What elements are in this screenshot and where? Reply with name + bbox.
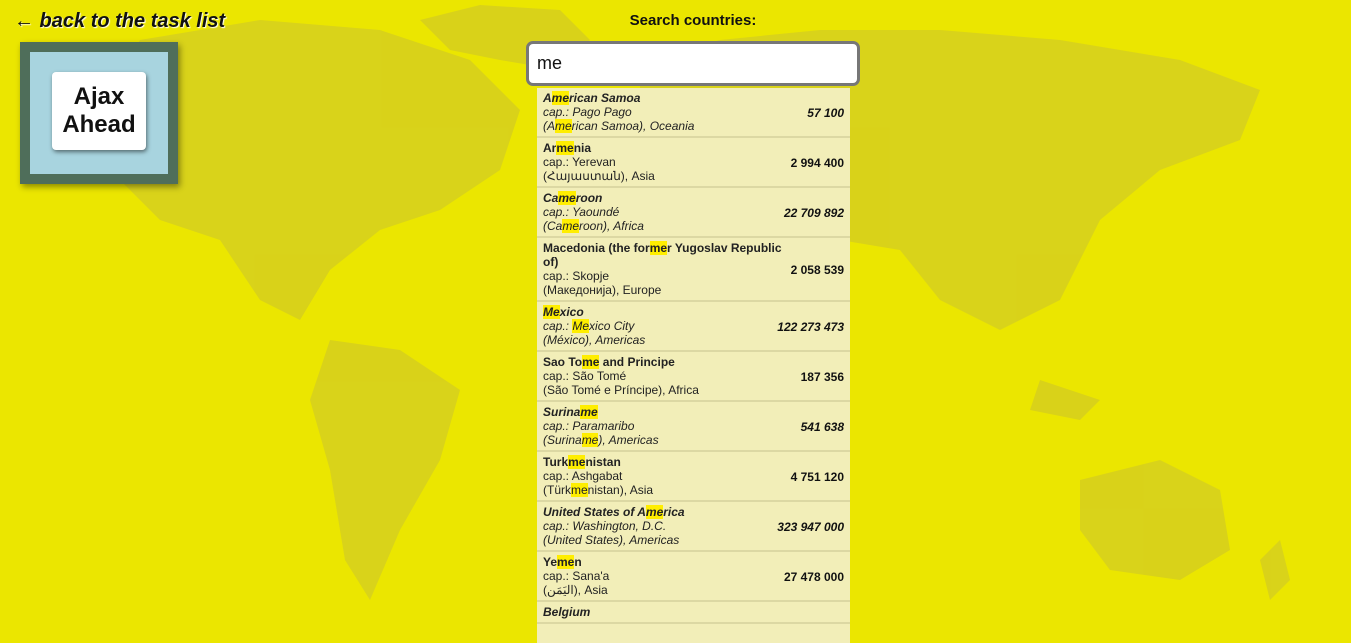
result-row[interactable]: Armenia cap.: Yerevan (Հայաստան), Asia 2 99…	[537, 138, 850, 188]
result-row[interactable]: United States of America cap.: Washington…	[537, 502, 850, 552]
ajax-ahead-logo: Ajax Ahead	[20, 42, 178, 184]
native-name-region: (São Tomé e Príncipe), Africa	[543, 383, 844, 397]
native-name: (American Samoa),	[543, 119, 647, 133]
native-name-region: (Հայաստան), Asia	[543, 169, 844, 183]
region: Asia	[627, 483, 654, 497]
logo-text: Ajax Ahead	[52, 72, 146, 150]
population: 323 947 000	[777, 520, 844, 534]
country-name: Yemen	[543, 555, 582, 569]
country-name: Turkmenistan	[543, 455, 621, 469]
country-name: Macedonia (the former Yugoslav Republic …	[543, 241, 782, 269]
population: 2 058 539	[790, 263, 844, 277]
population: 4 751 120	[790, 470, 844, 484]
region: Oceania	[646, 119, 695, 133]
native-name: (Türkmenistan),	[543, 483, 628, 497]
result-row[interactable]: American Samoa cap.: Pago Pago (American S…	[537, 88, 850, 138]
country-name: Armenia	[543, 141, 592, 155]
capital: cap.: São Tomé	[543, 369, 627, 383]
country-name: Belgium	[543, 605, 591, 619]
result-row[interactable]: Mexico cap.: Mexico City (México), America…	[537, 302, 850, 352]
country-name: Mexico	[543, 305, 584, 319]
region: Africa	[610, 219, 644, 233]
search-label: Search countries:	[629, 12, 757, 29]
result-row[interactable]: Cameroon cap.: Yaoundé (Cameroon), Africa 2…	[537, 188, 850, 238]
native-name: (São Tomé e Príncipe),	[543, 383, 666, 397]
capital: cap.: Pago Pago	[543, 105, 632, 119]
population: 27 478 000	[783, 570, 844, 584]
country-name: Cameroon	[543, 191, 603, 205]
back-to-task-list-link[interactable]: ← back to the task list	[14, 10, 225, 33]
population: 541 638	[800, 420, 844, 434]
result-row[interactable]: Belgium	[537, 602, 850, 624]
region: Americas	[605, 433, 659, 447]
native-name: (Suriname),	[543, 433, 606, 447]
population: 57 100	[807, 106, 844, 120]
country-name: Suriname	[543, 405, 598, 419]
native-name-region: (American Samoa), Oceania	[543, 119, 844, 133]
result-row[interactable]: Suriname cap.: Paramaribo (Suriname), Amer…	[537, 402, 850, 452]
capital: cap.: Paramaribo	[543, 419, 635, 433]
country-name: Sao Tome and Principe	[543, 355, 675, 369]
results-list: American Samoa cap.: Pago Pago (American S…	[537, 88, 850, 643]
native-name: (اليَمَن),	[543, 583, 582, 597]
region: Africa	[665, 383, 699, 397]
result-row[interactable]: Yemen cap.: Sana'a (اليَمَن), Asia 27 478 0…	[537, 552, 850, 602]
search-input[interactable]	[526, 41, 860, 86]
native-name: (Македонија),	[543, 283, 620, 297]
country-name: American Samoa	[543, 91, 641, 105]
population: 122 273 473	[777, 320, 844, 334]
population: 22 709 892	[783, 206, 844, 220]
population: 2 994 400	[790, 156, 844, 170]
native-name-region: (United States), Americas	[543, 533, 844, 547]
native-name-region: (Македонија), Europe	[543, 283, 844, 297]
native-name-region: (Türkmenistan), Asia	[543, 483, 844, 497]
country-name: United States of America	[543, 505, 685, 519]
native-name: (United States),	[543, 533, 627, 547]
result-row[interactable]: Macedonia (the former Yugoslav Republic …	[537, 238, 850, 302]
native-name-region: (اليَمَن), Asia	[543, 583, 844, 597]
region: Americas	[592, 333, 646, 347]
native-name: (Cameroon),	[543, 219, 611, 233]
region: Europe	[619, 283, 662, 297]
native-name: (Հայաստան),	[543, 169, 629, 183]
native-name: (México),	[543, 333, 593, 347]
native-name-region: (Suriname), Americas	[543, 433, 844, 447]
result-row[interactable]: Turkmenistan cap.: Ashgabat (Türkmenistan)…	[537, 452, 850, 502]
region: Asia	[581, 583, 608, 597]
native-name-region: (México), Americas	[543, 333, 844, 347]
region: Asia	[628, 169, 655, 183]
region: Americas	[626, 533, 680, 547]
result-row[interactable]: Sao Tome and Principe cap.: São Tomé (São …	[537, 352, 850, 402]
population: 187 356	[800, 370, 844, 384]
native-name-region: (Cameroon), Africa	[543, 219, 844, 233]
